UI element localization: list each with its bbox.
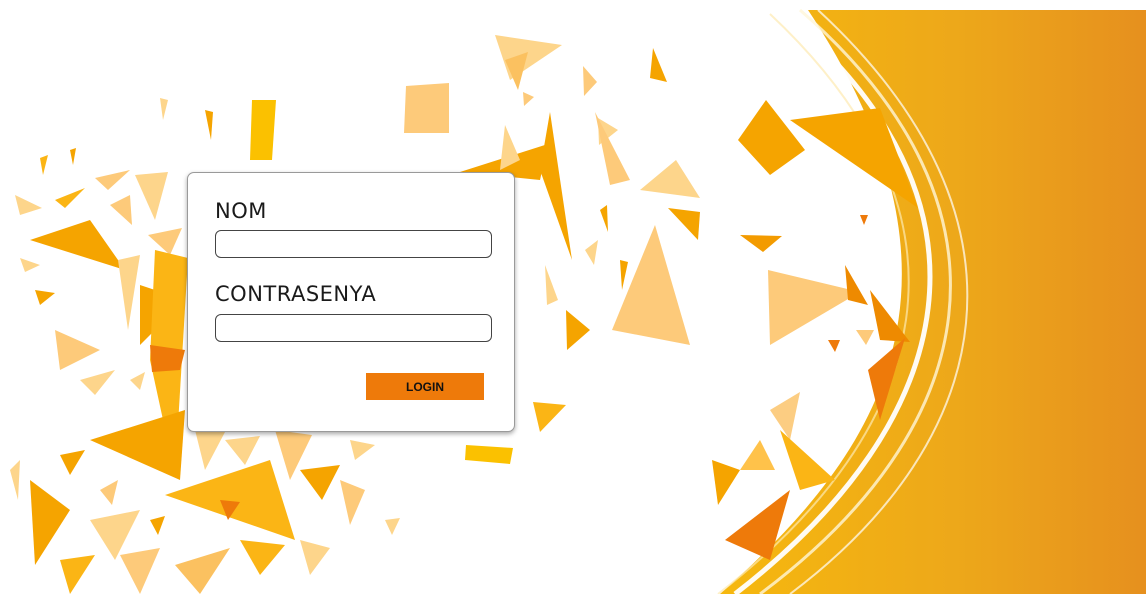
shard [495, 35, 562, 80]
shard [340, 480, 365, 525]
shard [195, 430, 225, 470]
shard [523, 92, 534, 106]
shard [225, 436, 260, 465]
shard [120, 548, 160, 594]
shard [175, 548, 230, 594]
shard [55, 330, 100, 370]
shard [770, 392, 800, 440]
shard [404, 83, 449, 133]
shard [828, 340, 840, 352]
shard [95, 170, 130, 190]
shard [60, 450, 85, 475]
shard [40, 155, 48, 175]
shard [70, 148, 76, 165]
shard [583, 66, 597, 96]
shard [30, 220, 125, 270]
shard [55, 188, 85, 208]
shard [100, 480, 118, 505]
shard [60, 555, 95, 594]
password-input[interactable] [215, 314, 492, 342]
login-card: NOM CONTRASENYA LOGIN [187, 172, 515, 432]
shard [110, 195, 132, 225]
shard [465, 445, 513, 464]
shard [205, 110, 213, 140]
shard [600, 205, 608, 232]
password-label: CONTRASENYA [215, 282, 377, 306]
shard [20, 258, 40, 272]
shard [160, 98, 168, 120]
shard [533, 402, 566, 432]
shard [768, 270, 860, 345]
shard [90, 410, 185, 480]
shard [740, 235, 782, 252]
shard [300, 540, 330, 575]
shard [566, 310, 590, 350]
shard [585, 240, 598, 265]
login-button[interactable]: LOGIN [366, 373, 484, 400]
shard [165, 460, 295, 540]
shard [30, 480, 70, 565]
shard [118, 255, 140, 330]
shard [595, 112, 630, 185]
shard [135, 172, 168, 220]
shard [860, 215, 868, 225]
shard [150, 516, 165, 535]
shard [350, 440, 375, 460]
shard [35, 290, 55, 305]
shard [620, 260, 628, 290]
shard [545, 265, 558, 305]
username-label: NOM [215, 199, 267, 223]
shard [300, 465, 340, 500]
shard [80, 370, 115, 395]
shard [856, 330, 874, 345]
shard [780, 430, 835, 490]
shard [540, 112, 572, 260]
shard [738, 100, 805, 175]
shard [640, 160, 700, 198]
shard [130, 372, 145, 390]
shard [90, 510, 140, 560]
shard [612, 225, 690, 345]
shard [10, 460, 20, 500]
shard [845, 265, 868, 305]
shard [712, 460, 740, 505]
shard [15, 195, 42, 215]
shard [650, 48, 667, 82]
shard [385, 518, 400, 535]
shard [148, 228, 182, 255]
shard [240, 540, 285, 575]
background-decoration [10, 8, 1146, 594]
username-input[interactable] [215, 230, 492, 258]
shard [740, 440, 775, 470]
shard [668, 208, 700, 240]
shard [250, 100, 276, 160]
